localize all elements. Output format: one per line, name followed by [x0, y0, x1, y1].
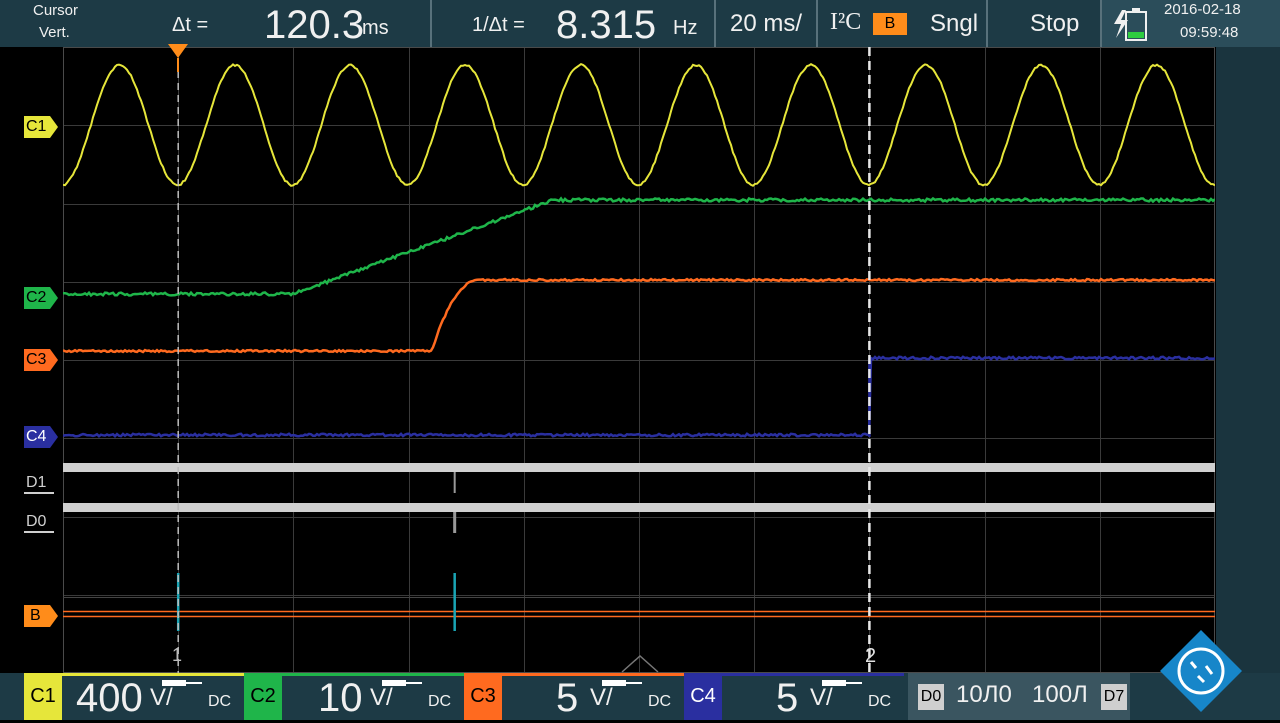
c2-marker[interactable]: C2 — [24, 287, 56, 309]
cursor-label: Cursor — [33, 2, 78, 19]
c3-marker[interactable]: C3 — [24, 349, 56, 371]
waveform-display[interactable] — [63, 47, 1215, 673]
date-label: 2016-02-18 — [1164, 1, 1241, 18]
cursor1-label: 1 — [172, 645, 182, 666]
c2-tag[interactable]: C2 — [244, 673, 282, 720]
c4-scale[interactable]: 5 — [776, 673, 798, 720]
c3-scale[interactable]: 5 — [556, 673, 578, 720]
c4-marker[interactable]: C4 — [24, 426, 56, 448]
run-state: Stop — [1030, 10, 1079, 38]
c1-scale[interactable]: 400 — [76, 673, 143, 720]
timebase-label: 20 ms/ — [730, 10, 802, 38]
c1-coupling: DC — [208, 693, 231, 711]
trigger-mode: Sngl — [930, 10, 978, 38]
inv-delta-unit: Hz — [673, 17, 697, 40]
digital-range-end: D7 — [1101, 684, 1127, 710]
status-bar: Cursor Vert. Δt = 120.3 ms 1/Δt = 8.315 … — [0, 0, 1280, 47]
divider — [1100, 0, 1102, 47]
protocol-label: I²C — [830, 9, 861, 36]
probe-icon — [820, 676, 864, 690]
digital-range-start: D0 — [918, 684, 944, 710]
cursor2-label: 2 — [865, 645, 876, 668]
side-panel — [1216, 47, 1280, 673]
bus-b-marker[interactable]: B — [24, 605, 56, 627]
d1-waveform — [63, 463, 1215, 472]
time-label: 09:59:48 — [1180, 24, 1238, 41]
delta-t-label: Δt = — [172, 14, 208, 37]
d0-waveform — [63, 503, 1215, 512]
delta-t-value: 120.3 — [264, 3, 364, 48]
digital-threshold-b: 100Л — [1032, 681, 1088, 709]
probe-icon — [160, 676, 204, 690]
c1-marker[interactable]: C1 — [24, 116, 56, 138]
d0-marker[interactable]: D0 — [24, 511, 56, 533]
c2-scale[interactable]: 10 — [318, 673, 363, 720]
inv-delta-label: 1/Δt = — [472, 14, 525, 37]
c2-coupling: DC — [428, 693, 451, 711]
battery-charging-icon — [1112, 6, 1154, 42]
c3-coupling: DC — [648, 693, 671, 711]
delta-t-unit: ms — [362, 17, 389, 40]
horizontal-position-icon[interactable] — [620, 654, 660, 674]
c3-tag[interactable]: C3 — [464, 673, 502, 720]
trigger-position-icon[interactable] — [166, 44, 190, 74]
inv-delta-value: 8.315 — [556, 3, 656, 48]
probe-icon — [380, 676, 424, 690]
grid — [63, 47, 1215, 673]
c4-tag[interactable]: C4 — [684, 673, 722, 720]
bus-badge: B — [873, 13, 907, 35]
c4-coupling: DC — [868, 693, 891, 711]
probe-icon — [600, 676, 644, 690]
digital-threshold-a: 10Л0 — [956, 681, 1012, 709]
cursor-mode: Vert. — [39, 24, 70, 41]
rohde-schwarz-logo-icon — [1158, 628, 1244, 714]
c1-tag[interactable]: C1 — [24, 673, 62, 720]
d1-marker[interactable]: D1 — [24, 472, 56, 494]
